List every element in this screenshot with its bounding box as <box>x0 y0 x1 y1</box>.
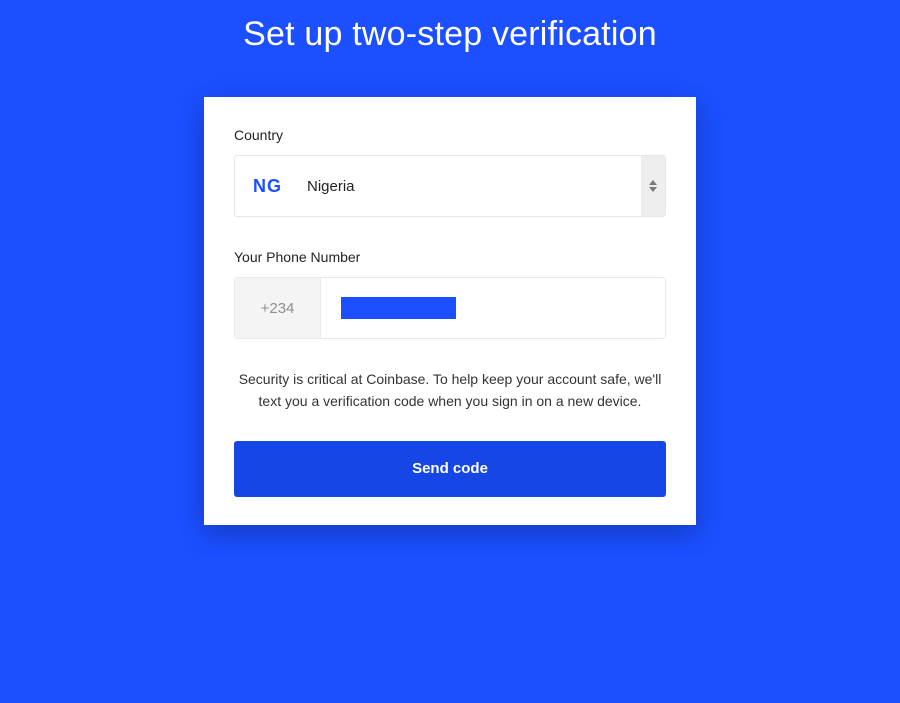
select-handle-icon[interactable] <box>641 156 665 216</box>
redacted-phone-value <box>341 297 456 319</box>
security-info-text: Security is critical at Coinbase. To hel… <box>234 369 666 412</box>
page-title: Set up two-step verification <box>0 0 900 59</box>
country-label: Country <box>234 127 666 143</box>
country-select[interactable]: NG Nigeria <box>234 155 666 217</box>
country-name: Nigeria <box>307 178 355 195</box>
dial-code: +234 <box>235 278 321 338</box>
phone-field: +234 <box>234 277 666 339</box>
send-code-button[interactable]: Send code <box>234 441 666 497</box>
country-code-badge: NG <box>235 176 307 197</box>
phone-label: Your Phone Number <box>234 249 666 265</box>
phone-input[interactable] <box>321 278 665 338</box>
verification-card: Country NG Nigeria Your Phone Number +23… <box>204 97 696 524</box>
